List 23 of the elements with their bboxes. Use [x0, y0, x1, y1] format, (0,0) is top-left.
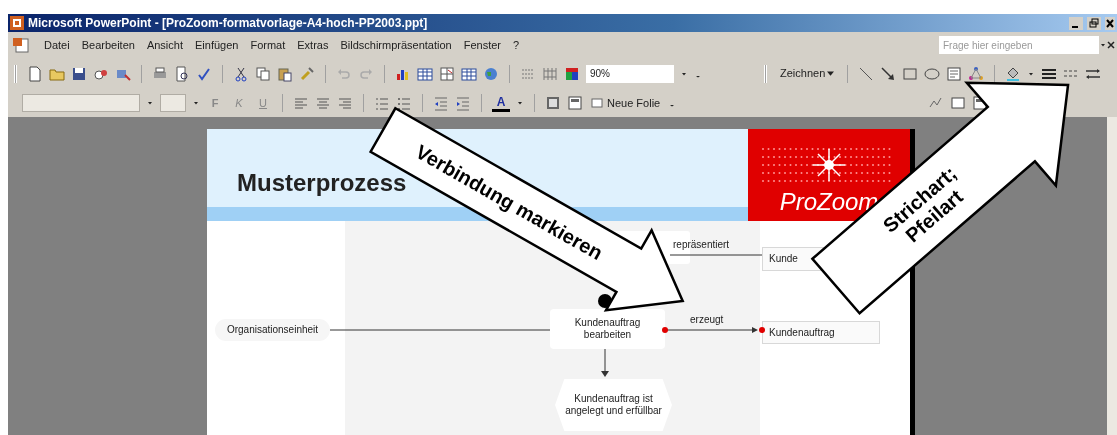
- diagram-node: Organisationseinheit: [215, 319, 330, 341]
- menu-item[interactable]: Format: [244, 36, 292, 54]
- help-search-field[interactable]: Frage hier eingeben: [939, 36, 1099, 54]
- menu-item[interactable]: Extras: [291, 36, 335, 54]
- window-title: Microsoft PowerPoint - [ProZoom-formatvorlage-A4-hoch-PP2003.ppt]: [28, 15, 428, 32]
- menu-item[interactable]: Einfügen: [189, 36, 245, 54]
- menu-item[interactable]: Bildschirmpräsentation: [334, 36, 458, 54]
- diagram-node: Kundenauftrag ist angelegt und erfüllbar: [555, 379, 672, 431]
- menu-item[interactable]: Bearbeiten: [75, 36, 141, 54]
- zoom-field[interactable]: 90%: [586, 64, 674, 83]
- menu-item[interactable]: ?: [507, 36, 526, 54]
- diagram-node: Kundenauftrag: [762, 321, 880, 344]
- new-slide-button[interactable]: Neue Folie: [589, 93, 663, 113]
- font-color-button[interactable]: A: [492, 94, 510, 112]
- connector-label: erzeugt: [690, 313, 724, 327]
- draw-menu-button[interactable]: Zeichnen: [777, 63, 838, 84]
- connector-label: repräsentiert: [673, 238, 730, 252]
- logo-text: ProZoom: [779, 189, 879, 215]
- menu-item[interactable]: Ansicht: [140, 36, 189, 54]
- menu-item[interactable]: Datei: [38, 36, 76, 54]
- menu-item[interactable]: Fenster: [457, 36, 508, 54]
- diagram-node: Kundenauftrag bearbeiten: [550, 309, 665, 349]
- slide-title: Musterprozess: [237, 168, 407, 198]
